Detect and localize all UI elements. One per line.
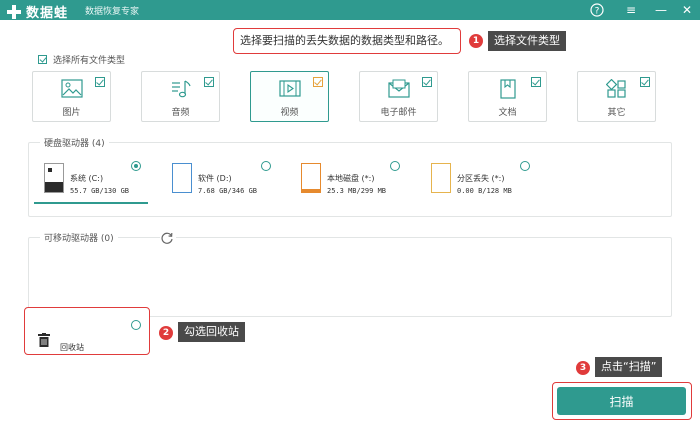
drive-name: 软件 (D:) [198, 174, 232, 183]
type-card-video[interactable]: 视频 [250, 71, 329, 122]
trash-icon [38, 333, 50, 347]
drive-local-radio[interactable] [390, 161, 400, 171]
audio-icon [172, 80, 191, 98]
menu-icon[interactable]: ≡ [622, 1, 640, 19]
type-label: 图片 [62, 108, 81, 118]
close-icon[interactable]: ✕ [678, 1, 696, 19]
scan-highlight: 扫描 [552, 382, 692, 420]
step-2-badge: 2 [159, 326, 173, 340]
refresh-icon[interactable] [160, 230, 176, 244]
drive-lost-radio[interactable] [520, 161, 530, 171]
logo-cross-icon [6, 4, 22, 20]
drive-icon [301, 163, 321, 193]
removable-section [28, 237, 672, 317]
scan-button[interactable]: 扫描 [557, 387, 686, 415]
type-label: 音频 [171, 108, 190, 118]
selected-underline [34, 202, 148, 204]
type-card-document[interactable]: 文档 [468, 71, 547, 122]
type-card-audio[interactable]: 音频 [141, 71, 220, 122]
type-label: 文档 [498, 108, 517, 118]
select-all-checkbox[interactable] [38, 55, 47, 64]
drive-size: 55.7 GB/130 GB [70, 187, 130, 195]
image-icon [61, 79, 83, 98]
drive-d-radio[interactable] [261, 161, 271, 171]
type-label: 其它 [607, 108, 626, 118]
type-card-email[interactable]: 电子邮件 [359, 71, 438, 122]
step-1-callout: 选择文件类型 [488, 31, 566, 51]
drive-d[interactable]: 软件 (D:) 7.68 GB/346 GB [172, 163, 272, 203]
app-logo: 数据蛙 [6, 2, 68, 21]
video-icon [279, 80, 301, 97]
drive-c-radio[interactable] [131, 161, 141, 171]
document-icon [500, 79, 516, 99]
type-label: 视频 [280, 108, 299, 118]
drive-icon [172, 163, 192, 193]
system-drive-icon [44, 163, 64, 193]
help-icon[interactable]: ? [588, 1, 606, 19]
type-checkbox[interactable] [95, 77, 105, 87]
app-name: 数据蛙 [26, 6, 69, 21]
select-all-label: 选择所有文件类型 [53, 56, 126, 66]
drive-size: 25.3 MB/299 MB [327, 187, 387, 195]
type-checkbox[interactable] [313, 77, 323, 87]
instruction-text: 选择要扫描的丢失数据的数据类型和路径。 [233, 28, 461, 54]
removable-title: 可移动驱动器 (0) [40, 231, 118, 244]
type-checkbox[interactable] [422, 77, 432, 87]
app-subtitle: 数据恢复专家 [85, 7, 140, 17]
title-bar: 数据蛙 数据恢复专家 ? ≡ — ✕ [0, 0, 700, 21]
type-label: 电子邮件 [380, 108, 417, 118]
lost-partition-icon [431, 163, 451, 193]
svg-text:?: ? [595, 7, 600, 17]
drive-name: 分区丢失 (*:) [457, 174, 505, 183]
drive-size: 7.68 GB/346 GB [198, 187, 258, 195]
drive-name: 系统 (C:) [70, 174, 104, 183]
type-card-other[interactable]: 其它 [577, 71, 656, 122]
step-3-callout: 点击“扫描” [595, 357, 663, 377]
type-checkbox[interactable] [531, 77, 541, 87]
type-card-image[interactable]: 图片 [32, 71, 111, 122]
recycle-bin-card[interactable]: 回收站 [24, 307, 150, 355]
drive-lost[interactable]: 分区丢失 (*:) 0.00 B/128 MB [431, 163, 531, 203]
type-checkbox[interactable] [640, 77, 650, 87]
minimize-icon[interactable]: — [652, 1, 670, 19]
email-icon [388, 79, 410, 98]
step-3-badge: 3 [576, 361, 590, 375]
recycle-bin-label: 回收站 [60, 343, 84, 352]
other-icon [606, 79, 626, 98]
drive-local[interactable]: 本地磁盘 (*:) 25.3 MB/299 MB [301, 163, 401, 203]
drive-size: 0.00 B/128 MB [457, 187, 512, 195]
drive-name: 本地磁盘 (*:) [327, 174, 375, 183]
recycle-bin-radio[interactable] [131, 320, 141, 330]
step-2-callout: 勾选回收站 [178, 322, 245, 342]
type-checkbox[interactable] [204, 77, 214, 87]
step-1-badge: 1 [469, 34, 483, 48]
select-all-types[interactable]: 选择所有文件类型 [38, 53, 125, 66]
hard-drive-title: 硬盘驱动器 (4) [40, 136, 109, 149]
